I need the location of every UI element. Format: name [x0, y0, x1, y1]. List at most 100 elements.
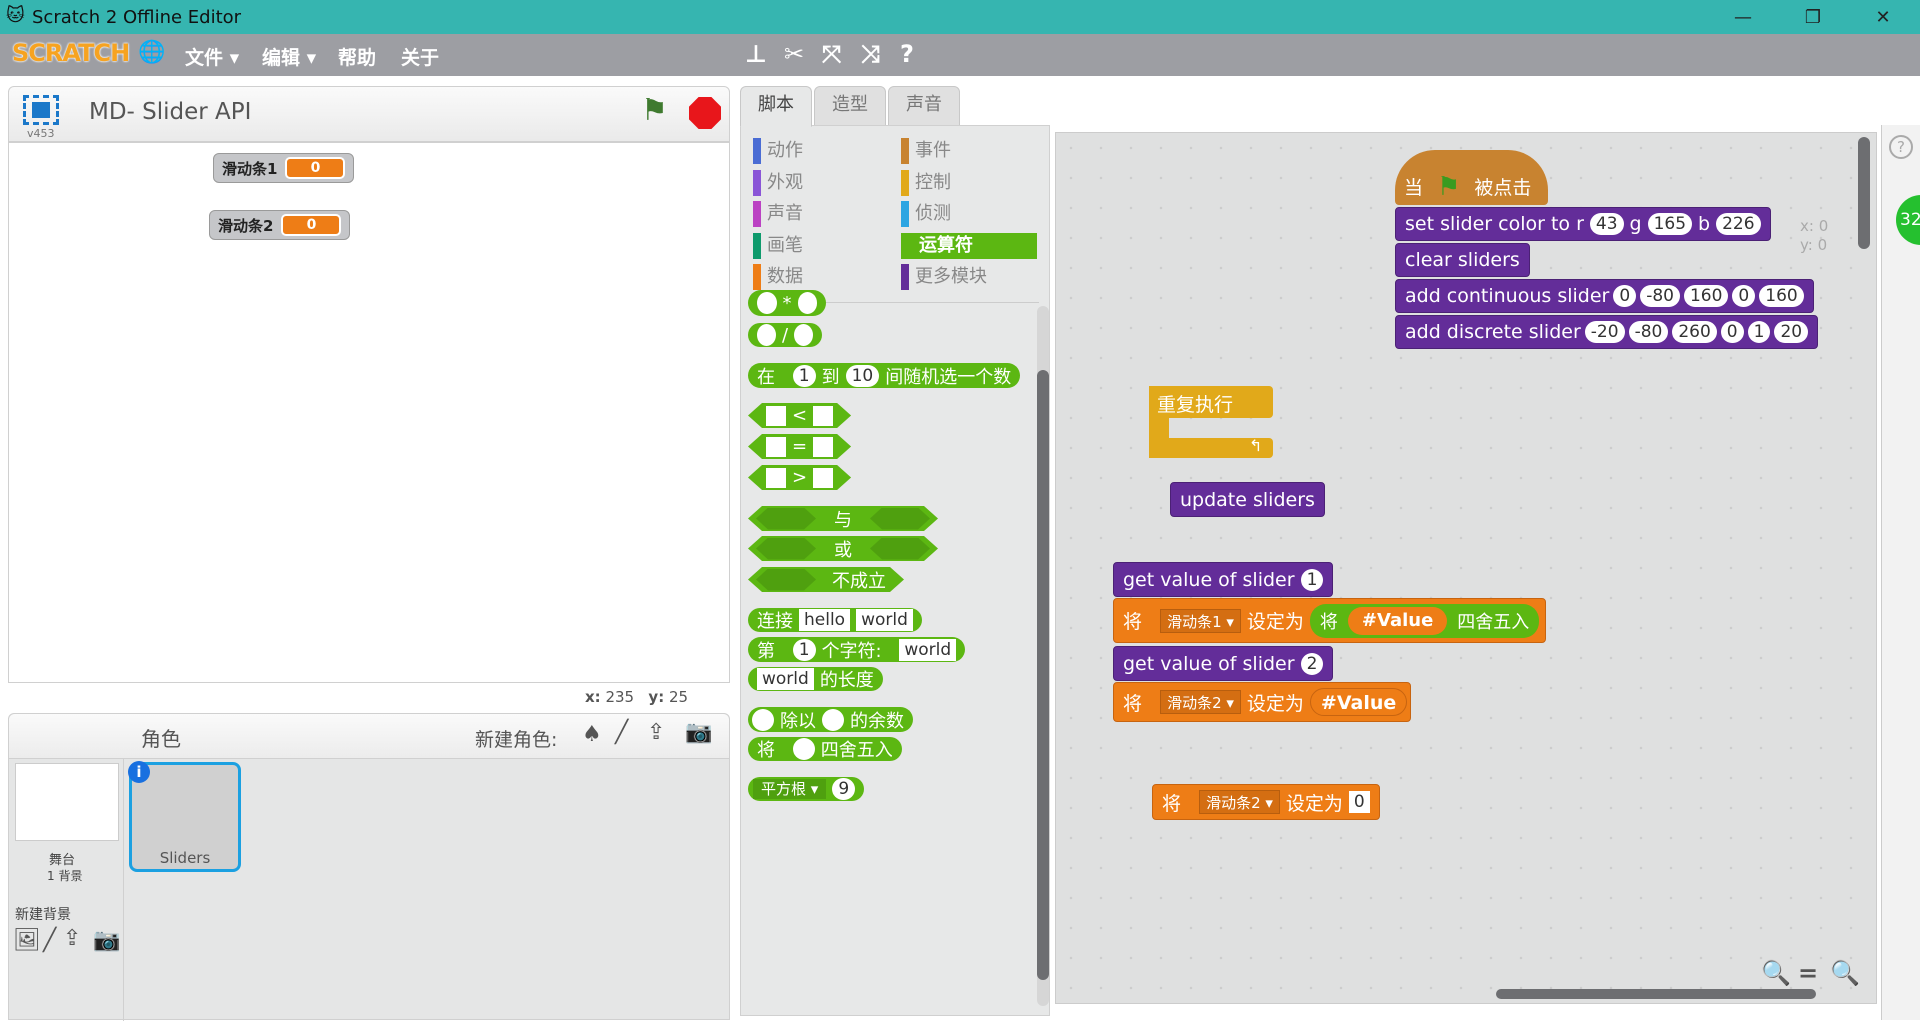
camera-backdrop-icon[interactable]: 📷 [93, 928, 120, 953]
set-variable-slider2-block[interactable]: 将 滑动条2 ▾ 设定为 #Value [1113, 682, 1411, 722]
globe-icon[interactable]: 🌐 [138, 40, 165, 65]
minimize-button[interactable]: — [1715, 0, 1771, 34]
g-input[interactable]: 165 [1647, 213, 1693, 235]
get-value-slider2-block[interactable]: get value of slider 2 [1113, 646, 1334, 681]
cut-scissors-icon[interactable]: ✂ [784, 40, 804, 68]
palette-scrollbar[interactable] [1037, 306, 1049, 1006]
number-input[interactable]: 0 [1720, 321, 1744, 343]
backdrop-library-icon[interactable]: 🖼 [13, 928, 41, 953]
not-block[interactable]: 不成立 [748, 567, 904, 592]
or-block[interactable]: 或 [748, 536, 938, 561]
category-1[interactable]: 外观 [753, 169, 803, 196]
number-input[interactable]: 2 [1300, 652, 1324, 675]
zoom-out-icon[interactable]: 🔍 [1761, 959, 1791, 987]
number-input[interactable]: 10 [845, 364, 880, 387]
close-button[interactable]: ✕ [1855, 0, 1911, 34]
horizontal-scrollbar[interactable] [1496, 989, 1816, 999]
upload-icon[interactable]: ⇪ [647, 720, 665, 745]
text-input[interactable]: world [856, 609, 913, 631]
b-input[interactable]: 226 [1716, 213, 1761, 235]
category-8[interactable]: 运算符 [901, 232, 1037, 259]
category-5[interactable]: 事件 [901, 138, 951, 164]
round-block[interactable]: 将 #Value 四舍五入 [1309, 603, 1540, 638]
badge[interactable]: 32 [1896, 195, 1920, 245]
variable-dropdown[interactable]: 滑动条2 ▾ [1199, 790, 1280, 814]
restore-button[interactable]: ❐ [1785, 0, 1841, 34]
sqrt-block[interactable]: 平方根 ▾ 9 [748, 777, 865, 801]
variable-monitor-slider1[interactable]: 滑动条1 0 [213, 153, 355, 183]
get-value-slider1-block[interactable]: get value of slider 1 [1113, 562, 1334, 597]
category-0[interactable]: 动作 [753, 138, 803, 164]
multiply-block[interactable]: * [748, 290, 826, 316]
and-block[interactable]: 与 [748, 506, 938, 531]
help-question-icon[interactable]: ? [900, 40, 914, 68]
text-input[interactable]: hello [799, 609, 851, 631]
set-slider-color-block[interactable]: set slider color to r 43 g 165 b 226 [1395, 207, 1771, 241]
value-reporter[interactable]: #Value [1347, 606, 1448, 635]
scratch-logo[interactable]: SCRATCH [12, 39, 130, 67]
number-input[interactable]: 160 [1683, 285, 1729, 307]
grow-icon[interactable]: ⤧ [822, 40, 841, 68]
number-input[interactable]: 1 [792, 638, 816, 661]
paint-brush-icon[interactable]: ╱ [615, 720, 628, 745]
letter-of-block[interactable]: 第 1 个字符: world [748, 637, 966, 662]
variable-dropdown[interactable]: 滑动条1 ▾ [1160, 608, 1241, 633]
number-input[interactable]: -80 [1628, 321, 1669, 343]
project-title[interactable]: MD- Slider API [89, 99, 251, 125]
r-input[interactable]: 43 [1589, 213, 1624, 235]
shrink-icon[interactable]: ⤨ [861, 40, 880, 68]
duplicate-stamp-icon[interactable]: ⊥ [745, 40, 767, 68]
forever-block[interactable]: 重复执行 ↰ [1149, 386, 1273, 458]
number-input[interactable]: 1 [792, 364, 816, 387]
tab-costumes[interactable]: 造型 [814, 86, 886, 126]
greater-than-block[interactable]: > [748, 465, 851, 490]
paint-backdrop-icon[interactable]: ╱ [43, 928, 56, 953]
set-variable-slider1-block[interactable]: 将 滑动条1 ▾ 设定为将 #Value 四舍五入 [1113, 598, 1546, 643]
number-input[interactable]: 260 [1672, 321, 1717, 343]
info-icon[interactable]: i [128, 761, 150, 783]
when-flag-clicked-hat[interactable]: 当 ⚑ 被点击 [1395, 150, 1548, 205]
stage-canvas[interactable]: 滑动条1 0 滑动条2 0 [8, 142, 730, 683]
number-input[interactable]: 160 [1759, 285, 1804, 307]
variable-monitor-slider2[interactable]: 滑动条2 0 [209, 210, 351, 240]
category-4[interactable]: 数据 [753, 264, 803, 290]
green-flag-icon[interactable]: ⚑ [641, 93, 668, 128]
fullscreen-icon[interactable] [23, 95, 59, 125]
zoom-reset-icon[interactable]: = [1798, 959, 1818, 987]
number-input[interactable]: 20 [1774, 321, 1809, 343]
menu-about[interactable]: 关于 [401, 43, 439, 70]
menu-help[interactable]: 帮助 [338, 43, 376, 70]
value-reporter[interactable]: #Value [1309, 688, 1408, 716]
clear-sliders-block[interactable]: clear sliders [1395, 243, 1530, 277]
category-2[interactable]: 声音 [753, 201, 803, 227]
value-input[interactable]: 0 [1348, 791, 1370, 813]
number-input[interactable]: 1 [1747, 321, 1771, 343]
update-sliders-block[interactable]: update sliders [1170, 482, 1325, 517]
number-input[interactable]: -20 [1584, 321, 1625, 343]
sprite-tile-sliders[interactable]: i Sliders [128, 761, 241, 872]
sprite-library-icon[interactable]: ♠ [582, 722, 602, 747]
category-6[interactable]: 控制 [901, 169, 951, 196]
category-3[interactable]: 画笔 [753, 232, 803, 259]
add-discrete-slider-block[interactable]: add discrete slider -20 -80 260 0 1 20 [1395, 315, 1819, 349]
variable-dropdown[interactable]: 滑动条2 ▾ [1160, 690, 1241, 714]
stop-sign-icon[interactable] [689, 97, 721, 129]
camera-icon[interactable]: 📷 [685, 720, 712, 745]
text-input[interactable]: world [899, 638, 957, 661]
tab-sounds[interactable]: 声音 [888, 86, 960, 126]
category-9[interactable]: 更多模块 [901, 264, 987, 290]
number-input[interactable]: 0 [1613, 285, 1637, 307]
category-7[interactable]: 侦测 [901, 201, 951, 227]
stage-thumbnail[interactable] [15, 763, 119, 841]
set-variable-slider2-zero-block[interactable]: 将 滑动条2 ▾ 设定为 0 [1152, 784, 1380, 820]
zoom-in-icon[interactable]: 🔍 [1830, 959, 1860, 987]
tips-help-icon[interactable]: ? [1889, 135, 1913, 159]
number-input[interactable]: -80 [1640, 285, 1680, 307]
length-block[interactable]: world 的长度 [748, 667, 883, 691]
round-block[interactable]: 将 四舍五入 [748, 737, 902, 761]
join-block[interactable]: 连接 hello world [748, 608, 922, 632]
text-input[interactable]: world [757, 668, 814, 690]
function-dropdown[interactable]: 平方根 ▾ [753, 779, 827, 799]
number-input[interactable]: 9 [832, 778, 856, 800]
mod-block[interactable]: 除以 的余数 [748, 707, 913, 732]
